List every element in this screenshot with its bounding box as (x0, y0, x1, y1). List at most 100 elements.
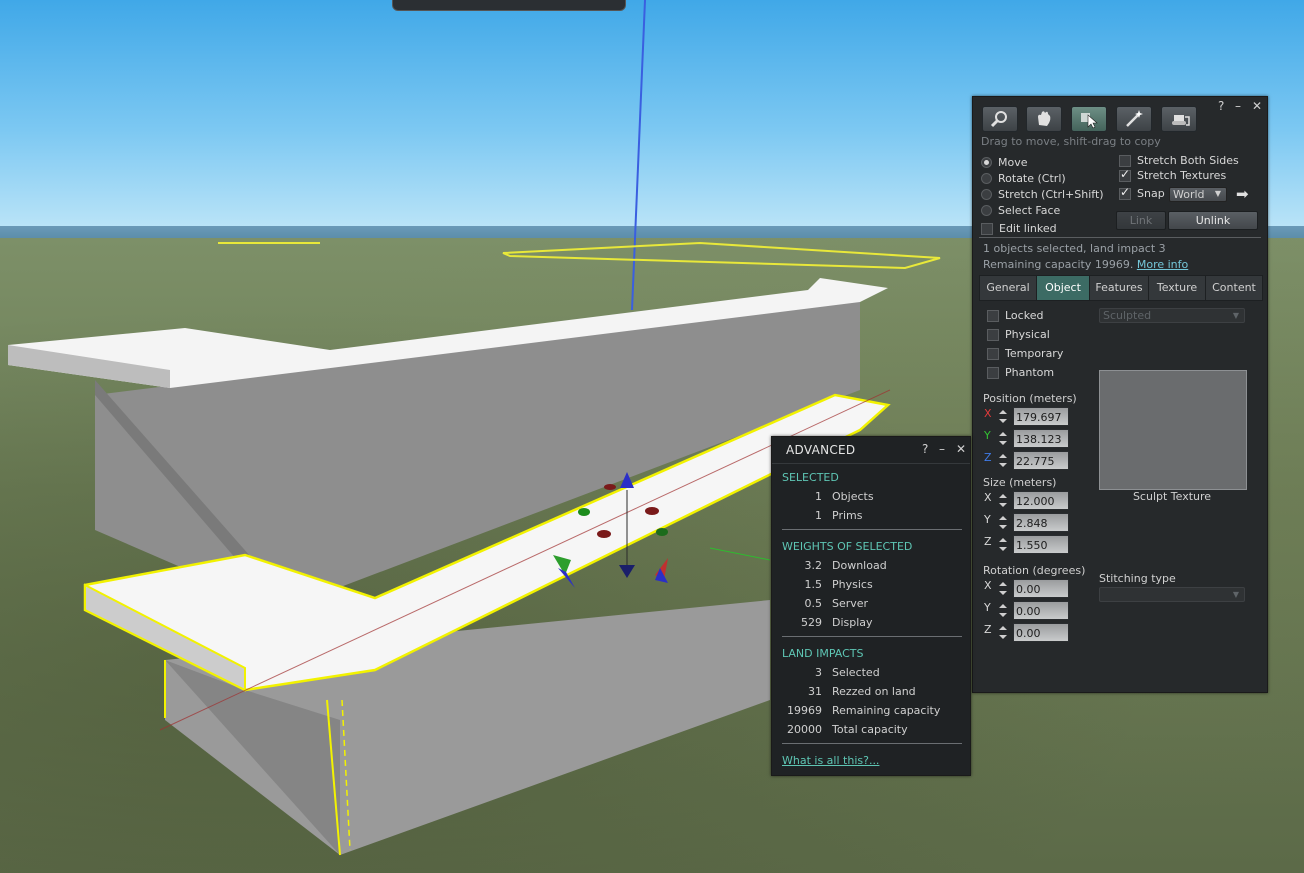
y-neg-handle[interactable] (656, 528, 668, 536)
z-arrow-down[interactable] (619, 565, 635, 578)
help-button[interactable]: ? (1218, 99, 1224, 113)
help-button[interactable]: ? (922, 442, 928, 456)
chevron-down-icon: ▼ (1214, 189, 1221, 198)
selected-heading: SELECTED (782, 471, 839, 484)
checkbox-box (1119, 154, 1131, 167)
checkbox-box (987, 347, 999, 360)
mode-rotate-radio[interactable]: Rotate (Ctrl) (981, 172, 1066, 185)
display-label: Display (832, 616, 873, 629)
checkbox-label: Stretch Both Sides (1137, 154, 1239, 167)
size-y-spinner[interactable] (997, 513, 1009, 532)
unlink-button[interactable]: Unlink (1168, 211, 1258, 230)
download-weight: 3.2 (804, 559, 823, 572)
x-pos-handle[interactable] (645, 507, 659, 515)
physical-checkbox[interactable]: Physical (987, 328, 1050, 341)
position-y-spinner[interactable] (997, 429, 1009, 448)
focus-tool-button[interactable] (982, 106, 1018, 132)
divider (782, 743, 962, 744)
rotation-z-spinner[interactable] (997, 623, 1009, 642)
checkbox-label: Physical (1005, 328, 1050, 341)
mode-stretch-radio[interactable]: Stretch (Ctrl+Shift) (981, 188, 1104, 201)
mode-move-radio[interactable]: Move (981, 156, 1028, 169)
mode-select-face-radio[interactable]: Select Face (981, 204, 1060, 217)
tab-object[interactable]: Object (1037, 276, 1090, 300)
checkbox-label: Locked (1005, 309, 1044, 322)
radio-indicator (981, 157, 992, 168)
rotation-label: Rotation (degrees) (983, 564, 1086, 577)
x-neg-handle[interactable] (597, 530, 611, 538)
create-tool-button[interactable] (1116, 106, 1152, 132)
rotation-z-field[interactable]: 0.00 (1013, 623, 1069, 642)
size-x-field[interactable]: 12.000 (1013, 491, 1069, 510)
divider (782, 636, 962, 637)
minimize-button[interactable]: – (939, 442, 945, 456)
size-z-field[interactable]: 1.550 (1013, 535, 1069, 554)
arrow-right-icon[interactable]: ➡ (1236, 185, 1249, 203)
tab-content[interactable]: Content (1206, 276, 1262, 300)
land-tool-button[interactable] (1161, 106, 1197, 132)
divider (782, 529, 962, 530)
rotation-y-label: Y (984, 601, 991, 614)
stitching-type-dropdown[interactable]: ▼ (1099, 587, 1245, 602)
position-y-field[interactable]: 138.123 (1013, 429, 1069, 448)
snap-checkbox[interactable]: Snap (1119, 185, 1165, 200)
mode-label: Move (998, 156, 1028, 169)
move-tool-button[interactable] (1026, 106, 1062, 132)
mode-label: Select Face (998, 204, 1061, 217)
z-axis-beam (631, 0, 646, 311)
what-is-this-link[interactable]: What is all this?... (782, 754, 879, 767)
sculpt-texture-label: Sculpt Texture (1132, 490, 1212, 503)
rotation-y-field[interactable]: 0.00 (1013, 601, 1069, 620)
remaining-capacity-info: Remaining capacity 19969. More info (983, 258, 1188, 271)
tab-features[interactable]: Features (1090, 276, 1149, 300)
rotation-y-spinner[interactable] (997, 601, 1009, 620)
position-z-field[interactable]: 22.775 (1013, 451, 1069, 470)
edit-linked-checkbox[interactable]: Edit linked (981, 222, 1057, 235)
position-x-field[interactable]: 179.697 (1013, 407, 1069, 426)
checkbox-label: Snap (1137, 187, 1165, 200)
stretch-textures-checkbox[interactable]: Stretch Textures (1119, 167, 1226, 182)
checkbox-box (987, 366, 999, 379)
radio-indicator (981, 205, 992, 216)
total-capacity: 20000 (787, 723, 822, 736)
sculpt-texture-swatch[interactable] (1099, 370, 1247, 490)
objects-count: 1 (815, 490, 822, 503)
divider (979, 237, 1261, 238)
locked-checkbox[interactable]: Locked (987, 309, 1043, 322)
grab-hand-icon (1038, 111, 1051, 126)
rotation-x-field[interactable]: 0.00 (1013, 579, 1069, 598)
display-weight: 529 (801, 616, 822, 629)
tab-bar: General Object Features Texture Content (979, 275, 1263, 301)
download-label: Download (832, 559, 887, 572)
edit-tool-button[interactable] (1071, 106, 1107, 132)
stretch-both-sides-checkbox[interactable]: Stretch Both Sides (1119, 154, 1239, 167)
sculpt-type-dropdown[interactable]: Sculpted ▼ (1099, 308, 1245, 323)
position-x-spinner[interactable] (997, 407, 1009, 426)
rotation-x-spinner[interactable] (997, 579, 1009, 598)
size-y-field[interactable]: 2.848 (1013, 513, 1069, 532)
temporary-checkbox[interactable]: Temporary (987, 347, 1063, 360)
minimize-button[interactable]: – (1235, 99, 1241, 113)
total-capacity-label: Total capacity (832, 723, 908, 736)
position-x-label: X (984, 407, 992, 420)
size-z-spinner[interactable] (997, 535, 1009, 554)
build-tools-floater: ? – ✕ Drag to move, shift-drag to copy M… (972, 96, 1268, 693)
tab-general[interactable]: General (980, 276, 1037, 300)
radio-indicator (981, 173, 992, 184)
size-x-spinner[interactable] (997, 491, 1009, 510)
remaining-capacity: 19969 (787, 704, 822, 717)
position-z-spinner[interactable] (997, 451, 1009, 470)
link-button[interactable]: Link (1116, 211, 1166, 230)
checkbox-box (987, 328, 999, 341)
phantom-checkbox[interactable]: Phantom (987, 366, 1054, 379)
tab-texture[interactable]: Texture (1149, 276, 1206, 300)
checkbox-box (981, 222, 993, 235)
more-info-link[interactable]: More info (1137, 258, 1188, 271)
close-button[interactable]: ✕ (1252, 99, 1262, 113)
close-button[interactable]: ✕ (956, 442, 966, 456)
y-pos-handle[interactable] (578, 508, 590, 516)
parcel-outline (502, 241, 941, 270)
radio-indicator (981, 189, 992, 200)
checkbox-label: Edit linked (999, 222, 1057, 235)
snap-mode-dropdown[interactable]: World ▼ (1169, 187, 1227, 202)
